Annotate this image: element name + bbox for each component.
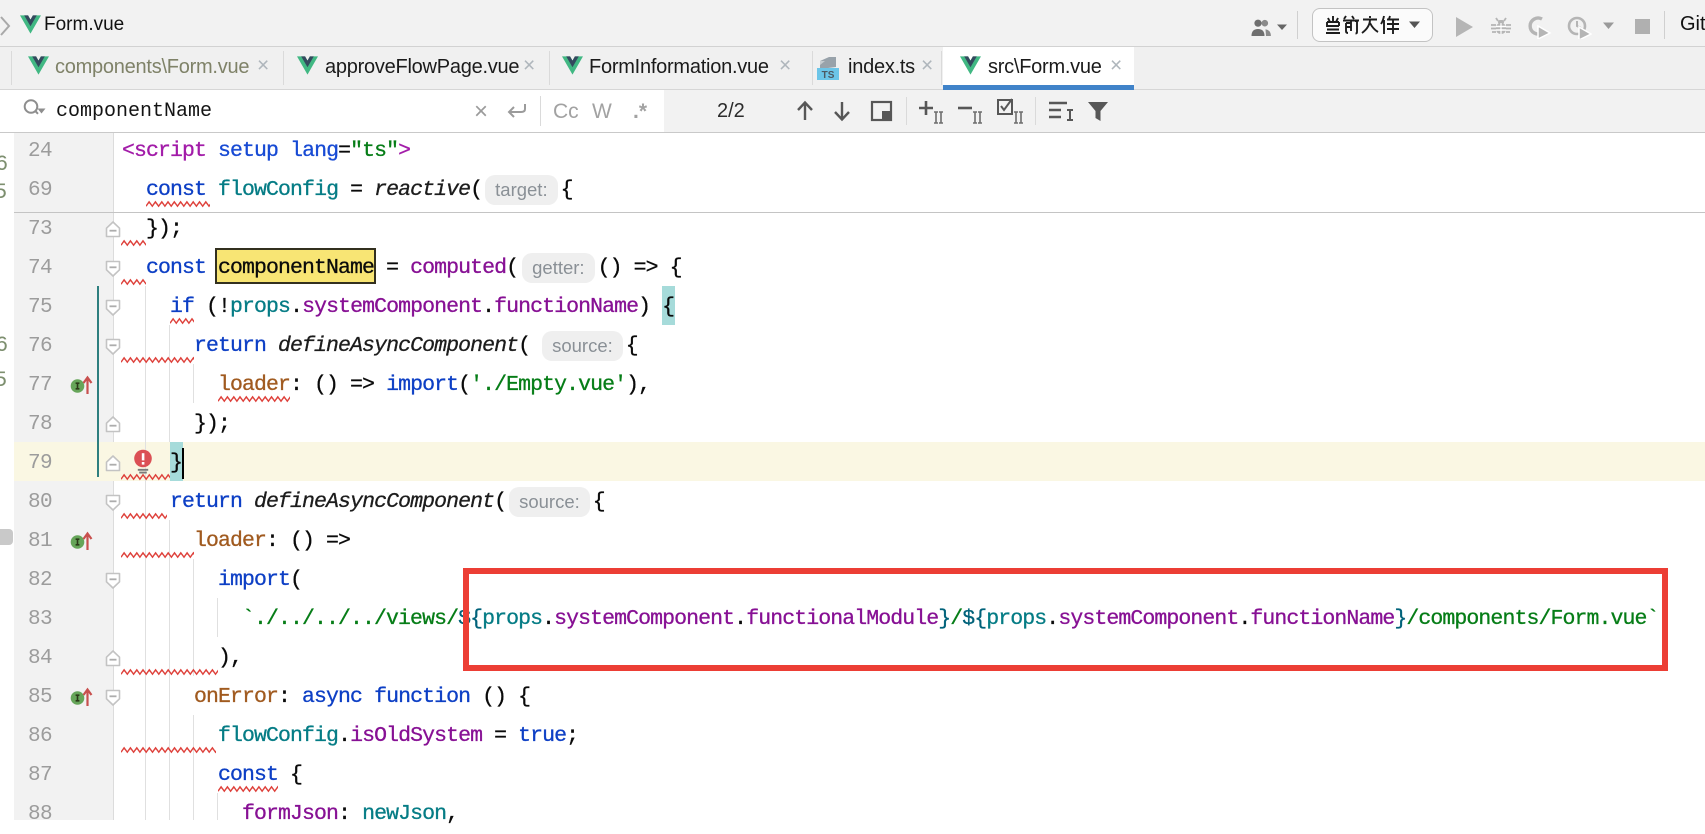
svg-text:TS: TS (822, 70, 835, 81)
